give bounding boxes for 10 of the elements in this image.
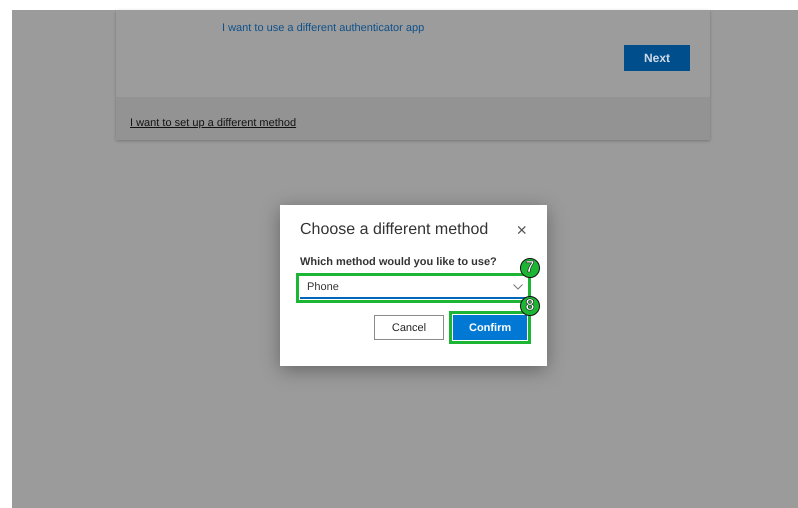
chevron-down-icon xyxy=(513,284,523,290)
question-label: Which method would you like to use? xyxy=(300,256,498,268)
next-button[interactable]: Next xyxy=(624,45,690,71)
different-method-link[interactable]: I want to set up a different method xyxy=(130,117,296,129)
cancel-button[interactable]: Cancel xyxy=(374,315,444,340)
step-badge: 7 xyxy=(520,258,540,278)
dialog-title: Choose a different method xyxy=(300,221,488,239)
confirm-button[interactable]: Confirm xyxy=(453,315,527,340)
close-button[interactable]: × xyxy=(516,221,527,239)
step-badge: 8 xyxy=(520,296,540,316)
